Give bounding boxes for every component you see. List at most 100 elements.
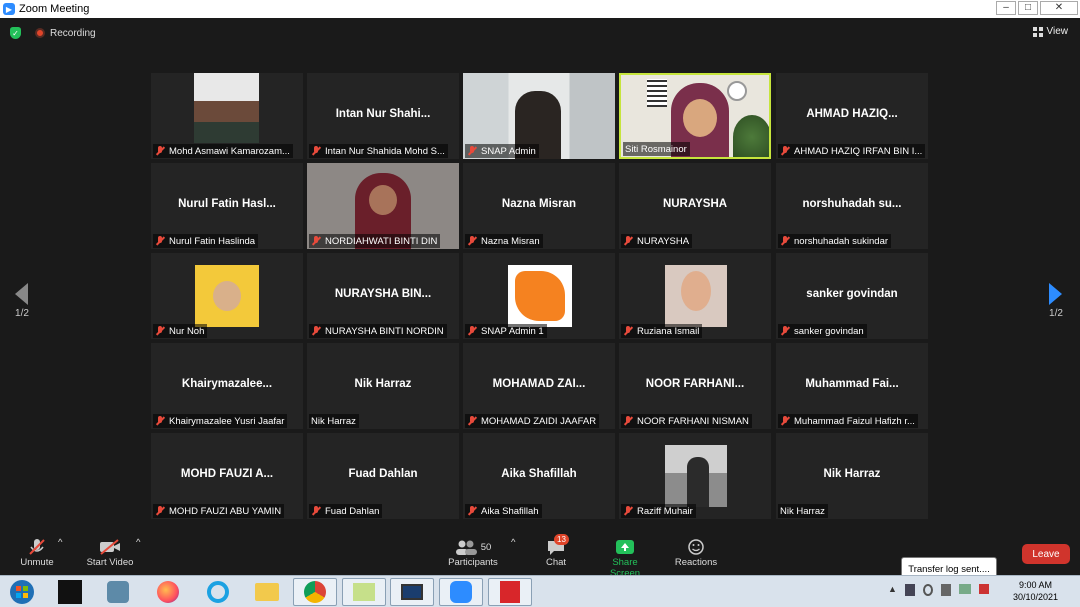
page-indicator-right: 1/2 (1049, 308, 1063, 319)
taskbar-clock[interactable]: 9:00 AM 30/10/2021 (1013, 579, 1058, 603)
taskbar-app-monitor[interactable] (390, 578, 434, 606)
participant-tile[interactable]: Nurul Fatin Hasl... Nurul Fatin Haslinda (151, 163, 303, 249)
muted-mic-icon (467, 506, 477, 516)
tray-usb-icon[interactable] (940, 584, 951, 596)
participant-name-label: Siti Rosmainor (623, 142, 690, 156)
participant-tile[interactable]: Fuad Dahlan Fuad Dahlan (307, 433, 459, 519)
participant-center-name: Khairymazalee... (181, 378, 273, 390)
start-button[interactable] (4, 578, 40, 606)
taskbar-app-firefox[interactable] (146, 578, 190, 606)
participant-name-label: sanker govindan (778, 324, 867, 338)
participant-name-label: Ruziana Ismail (621, 324, 703, 338)
smiley-icon (688, 539, 704, 555)
participant-center-name: NURAYSHA (662, 198, 728, 210)
taskbar-app-file-explorer[interactable] (245, 578, 289, 606)
audio-options-caret[interactable]: ^ (58, 537, 62, 548)
tray-expand-icon[interactable]: ▲ (888, 584, 897, 596)
participant-tile[interactable]: Aika Shafillah Aika Shafillah (463, 433, 615, 519)
maximize-button[interactable]: □ (1018, 1, 1038, 15)
taskbar-app-utility[interactable] (96, 578, 140, 606)
taskbar-app-zoom[interactable] (439, 578, 483, 606)
participants-options-caret[interactable]: ^ (511, 537, 515, 548)
muted-mic-icon (467, 236, 477, 246)
participant-photo (194, 73, 259, 143)
muted-mic-icon (623, 326, 633, 336)
muted-mic-icon (623, 506, 633, 516)
chat-unread-badge: 13 (554, 534, 569, 545)
participant-tile[interactable]: Raziff Muhair (619, 433, 771, 519)
muted-mic-icon (155, 146, 165, 156)
participant-name-label: NURAYSHA BINTI NORDIN (309, 324, 447, 338)
participant-name-label: Muhammad Faizul Hafizh r... (778, 414, 918, 428)
tray-network-icon[interactable] (958, 584, 971, 594)
start-video-button[interactable]: Start Video (82, 537, 138, 568)
chat-button[interactable]: 13 Chat (540, 534, 572, 568)
participant-tile[interactable]: Nur Noh (151, 253, 303, 339)
view-button[interactable]: View (1032, 26, 1068, 37)
participant-name-label: Nazna Misran (465, 234, 543, 248)
share-screen-button[interactable]: Share Screen (596, 537, 654, 579)
muted-microphone-icon (29, 539, 45, 555)
muted-mic-icon (467, 146, 477, 156)
muted-mic-icon (467, 416, 477, 426)
recording-label: Recording (50, 27, 96, 39)
participant-tile[interactable]: AHMAD HAZIQ... AHMAD HAZIQ IRFAN BIN I..… (776, 73, 928, 159)
folder-icon (255, 583, 279, 601)
minimize-button[interactable]: – (996, 1, 1016, 15)
previous-page-button[interactable]: 1/2 (12, 283, 32, 319)
participant-tile[interactable]: NORDIAHWATI BINTI DIN (307, 163, 459, 249)
participant-tile[interactable]: Ruziana Ismail (619, 253, 771, 339)
participant-name-label: Nik Harraz (778, 504, 828, 518)
window-titlebar: ▶ Zoom Meeting – □ ✕ (0, 0, 1080, 18)
participant-tile[interactable]: Nik Harraz Nik Harraz (307, 343, 459, 429)
participant-face (369, 185, 397, 215)
participants-icon (455, 540, 477, 555)
taskbar-app-chrome[interactable] (293, 578, 337, 606)
participant-tile[interactable]: Nazna Misran Nazna Misran (463, 163, 615, 249)
tray-volume-muted-icon[interactable] (978, 584, 989, 594)
clock-date: 30/10/2021 (1012, 592, 1058, 602)
muted-mic-icon (780, 416, 790, 426)
recording-icon (35, 28, 45, 38)
participant-tile[interactable]: Muhammad Fai... Muhammad Faizul Hafizh r… (776, 343, 928, 429)
participant-tile[interactable]: Nik Harraz Nik Harraz (776, 433, 928, 519)
participant-tile[interactable]: Khairymazalee... Khairymazalee Yusri Jaa… (151, 343, 303, 429)
participant-tile-active-speaker[interactable]: Siti Rosmainor (619, 73, 771, 159)
reactions-button[interactable]: Reactions (674, 537, 718, 568)
participants-button[interactable]: 50 Participants (446, 537, 500, 568)
next-page-button[interactable]: 1/2 (1046, 283, 1066, 319)
unmute-button[interactable]: Unmute (14, 537, 60, 568)
participant-tile[interactable]: NOOR FARHANI... NOOR FARHANI NISMAN (619, 343, 771, 429)
participant-center-name: MOHAMAD ZAI... (492, 378, 586, 390)
participant-figure (687, 457, 709, 507)
participant-tile[interactable]: SNAP Admin (463, 73, 615, 159)
participant-center-name: Nik Harraz (354, 378, 412, 390)
security-shield-icon[interactable]: ✓ (10, 27, 21, 39)
participants-count: 50 (480, 541, 492, 553)
taskbar-app-internet-explorer[interactable] (196, 578, 240, 606)
participant-tile[interactable]: norshuhadah su... norshuhadah sukindar (776, 163, 928, 249)
window-title: Zoom Meeting (19, 3, 90, 15)
tray-sync-icon[interactable] (922, 584, 933, 596)
zoom-icon (450, 581, 472, 603)
chevron-left-icon (15, 283, 28, 305)
chrome-icon (304, 581, 326, 603)
participant-tile[interactable]: NURAYSHA BIN... NURAYSHA BINTI NORDIN (307, 253, 459, 339)
participant-tile[interactable]: MOHAMAD ZAI... MOHAMAD ZAIDI JAAFAR (463, 343, 615, 429)
participant-tile[interactable]: NURAYSHA NURAYSHA (619, 163, 771, 249)
participant-tile[interactable]: SNAP Admin 1 (463, 253, 615, 339)
muted-mic-icon (467, 326, 477, 336)
firefox-icon (157, 581, 179, 603)
participant-name-label: SNAP Admin (465, 144, 539, 158)
participant-tile[interactable]: Mohd Asmawi Kamarozam... (151, 73, 303, 159)
participant-tile[interactable]: Intan Nur Shahi... Intan Nur Shahida Moh… (307, 73, 459, 159)
participant-tile[interactable]: MOHD FAUZI A... MOHD FAUZI ABU YAMIN (151, 433, 303, 519)
close-button[interactable]: ✕ (1040, 1, 1078, 15)
tray-app-icon[interactable] (904, 584, 915, 596)
video-options-caret[interactable]: ^ (136, 537, 140, 548)
leave-button[interactable]: Leave (1022, 544, 1070, 564)
participant-tile[interactable]: sanker govindan sanker govindan (776, 253, 928, 339)
taskbar-app-dictionary[interactable] (48, 578, 92, 606)
taskbar-app-sticky-notes[interactable] (342, 578, 386, 606)
taskbar-app-acrobat[interactable] (488, 578, 532, 606)
